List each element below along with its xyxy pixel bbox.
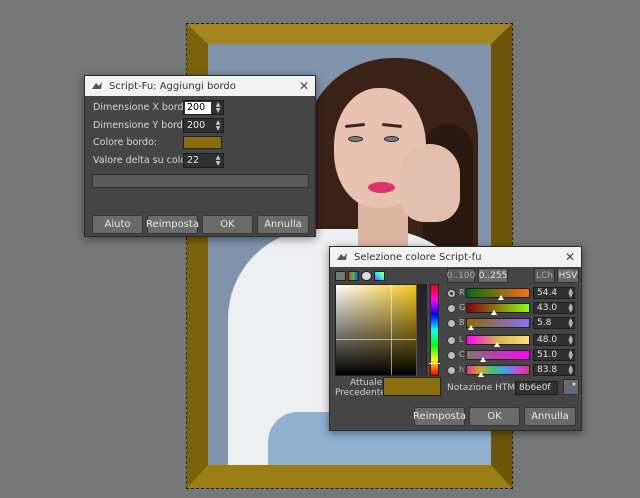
close-icon[interactable]: ✕	[293, 79, 315, 93]
channel-value[interactable]: 54.4	[537, 288, 557, 298]
html-notation-label: Notazione HTML:	[447, 383, 524, 393]
spin-arrows-icon[interactable]: ▲ ▼	[568, 303, 573, 314]
gimp-icon	[337, 253, 347, 260]
dialog-titlebar[interactable]: Selezione colore Script-fu ✕	[330, 247, 581, 267]
ok-button[interactable]: OK	[469, 407, 520, 426]
reset-button[interactable]: Reimposta	[146, 215, 199, 234]
border-color-label: Colore bordo:	[93, 137, 158, 148]
slider-pointer-icon[interactable]	[497, 295, 504, 300]
channel-slider[interactable]	[466, 303, 530, 315]
watercolor-selector-icon[interactable]	[374, 271, 385, 281]
channel-value[interactable]: 83.8	[537, 365, 557, 375]
dialog-titlebar[interactable]: Script-Fu: Aggiungi bordo ✕	[85, 76, 315, 96]
channel-value[interactable]: 51.0	[537, 350, 557, 360]
spin-arrows-icon[interactable]: ▲ ▼	[568, 318, 573, 329]
channel-row-r: R 54.4 ▲ ▼	[447, 287, 577, 300]
range-0-255-button[interactable]: 0..255	[478, 268, 508, 283]
spin-arrows-icon[interactable]: ▲ ▼	[568, 350, 573, 361]
channel-value-input[interactable]: 51.0 ▲ ▼	[533, 349, 575, 361]
channel-row-l: L 48.0 ▲ ▼	[447, 334, 577, 347]
spin-arrows-icon[interactable]: ▲ ▼	[568, 335, 573, 346]
channel-value[interactable]: 43.0	[537, 303, 557, 313]
border-x-value[interactable]: 200	[185, 101, 211, 114]
channel-row-b: B 5.8 ▲ ▼	[447, 317, 577, 330]
value-strip[interactable]	[416, 284, 426, 376]
channel-letter: B	[459, 318, 465, 327]
gimp-selector-icon[interactable]	[335, 271, 346, 281]
border-x-label: Dimensione X bordo:	[93, 102, 193, 113]
border-y-label: Dimensione Y bordo:	[93, 120, 192, 131]
gimp-icon	[92, 82, 102, 89]
channel-slider[interactable]	[466, 365, 530, 377]
channel-value-input[interactable]: 48.0 ▲ ▼	[533, 334, 575, 346]
current-label: Attuale:	[350, 378, 386, 388]
channel-row-g: G 43.0 ▲ ▼	[447, 302, 577, 315]
channel-slider[interactable]	[466, 350, 530, 362]
border-color-swatch[interactable]	[183, 136, 222, 149]
channel-letter: h	[459, 365, 465, 374]
channel-value[interactable]: 48.0	[537, 335, 557, 345]
slider-pointer-icon[interactable]	[467, 325, 474, 330]
channel-radio[interactable]	[447, 319, 456, 328]
close-icon[interactable]: ✕	[559, 250, 581, 264]
lch-button[interactable]: LCh	[534, 268, 555, 283]
channel-slider[interactable]	[466, 318, 530, 330]
channel-value-input[interactable]: 54.4 ▲ ▼	[533, 287, 575, 299]
saturation-value-picker[interactable]	[335, 284, 427, 376]
border-x-stepper[interactable]: 200 ▲ ▼	[183, 100, 224, 115]
channel-radio[interactable]	[447, 351, 456, 360]
spin-arrows-icon[interactable]: ▲ ▼	[213, 154, 223, 167]
reset-button[interactable]: Reimposta	[413, 407, 466, 426]
wheel-selector-icon[interactable]	[361, 271, 372, 281]
channel-slider[interactable]	[466, 288, 530, 300]
add-border-dialog: Script-Fu: Aggiungi bordo ✕ Dimensione X…	[84, 75, 316, 237]
spin-arrows-icon[interactable]: ▲ ▼	[568, 365, 573, 376]
dialog-title: Script-Fu: Aggiungi bordo	[109, 80, 236, 92]
cancel-button[interactable]: Annulla	[257, 215, 309, 234]
delta-color-value[interactable]: 22	[184, 155, 213, 166]
previous-label: Precedente:	[335, 388, 389, 398]
slider-pointer-icon[interactable]	[479, 357, 486, 362]
channel-radio[interactable]	[447, 336, 456, 345]
hsv-button[interactable]: HSV	[557, 268, 579, 283]
dialog-title: Selezione colore Script-fu	[354, 251, 482, 263]
channel-letter: R	[459, 288, 465, 297]
channel-value-input[interactable]: 43.0 ▲ ▼	[533, 302, 575, 314]
channel-radio[interactable]	[447, 289, 456, 298]
hue-slider[interactable]	[429, 284, 440, 376]
delta-color-stepper[interactable]: 22 ▲ ▼	[183, 153, 224, 168]
help-button[interactable]: Aiuto	[92, 215, 143, 234]
slider-pointer-icon[interactable]	[493, 342, 500, 347]
spin-arrows-icon[interactable]: ▲ ▼	[213, 119, 223, 132]
cmyk-selector-icon[interactable]	[348, 271, 359, 281]
eyedropper-button[interactable]	[563, 379, 579, 395]
range-0-100-button[interactable]: 0..100	[447, 268, 475, 283]
html-notation-input[interactable]: 8b6e0f	[515, 381, 558, 395]
channel-radio[interactable]	[447, 304, 456, 313]
channel-value-input[interactable]: 83.8 ▲ ▼	[533, 364, 575, 376]
channel-letter: L	[459, 335, 464, 344]
color-selection-dialog: Selezione colore Script-fu ✕ 0..100 0..2…	[329, 246, 582, 431]
border-y-stepper[interactable]: 200 ▲ ▼	[183, 118, 224, 133]
channel-letter: C	[459, 350, 465, 359]
progress-bar	[92, 174, 309, 188]
channel-slider[interactable]	[466, 335, 530, 347]
channel-row-h: h 83.8 ▲ ▼	[447, 364, 577, 377]
channel-value-input[interactable]: 5.8 ▲ ▼	[533, 317, 575, 329]
eyedropper-icon	[567, 382, 576, 391]
spin-arrows-icon[interactable]: ▲ ▼	[213, 101, 223, 114]
channel-value[interactable]: 5.8	[537, 318, 551, 328]
slider-pointer-icon[interactable]	[490, 310, 497, 315]
ok-button[interactable]: OK	[202, 215, 253, 234]
spin-arrows-icon[interactable]: ▲ ▼	[568, 288, 573, 299]
border-y-value[interactable]: 200	[184, 120, 213, 131]
channel-row-c: C 51.0 ▲ ▼	[447, 349, 577, 362]
current-color-swatch[interactable]	[383, 377, 441, 396]
channel-letter: G	[459, 303, 466, 312]
slider-pointer-icon[interactable]	[478, 372, 485, 377]
channel-radio[interactable]	[447, 366, 456, 375]
cancel-button[interactable]: Annulla	[524, 407, 576, 426]
